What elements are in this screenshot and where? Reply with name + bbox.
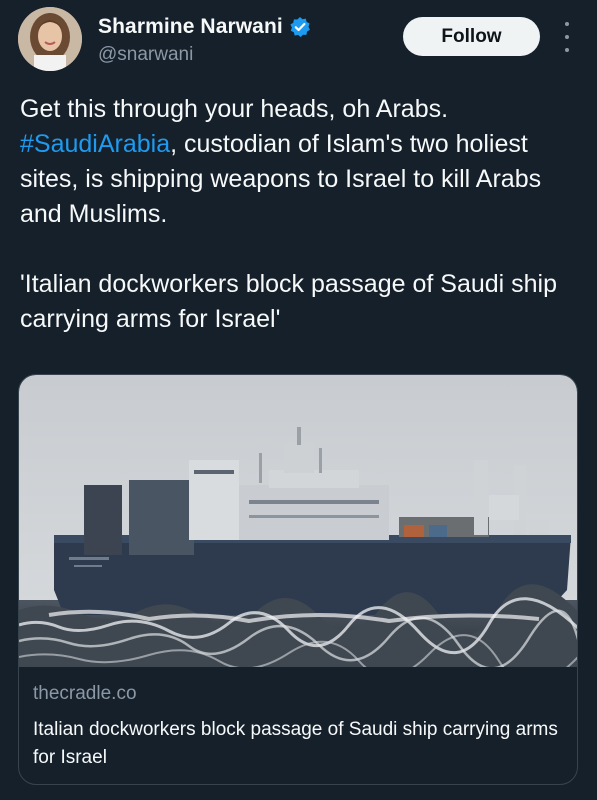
- tweet-body: Get this through your heads, oh Arabs. #…: [20, 92, 580, 337]
- ship-photo[interactable]: [19, 375, 577, 667]
- avatar[interactable]: [18, 7, 82, 71]
- link-card-domain: thecradle.co: [33, 683, 137, 704]
- ship-photo-icon: [19, 375, 577, 667]
- display-name[interactable]: Sharmine Narwani: [98, 15, 283, 39]
- user-info: Sharmine Narwani @snarwani: [98, 12, 311, 66]
- link-card-title: Italian dockworkers block passage of Sau…: [33, 719, 558, 768]
- follow-button[interactable]: Follow: [403, 17, 540, 56]
- more-options-icon[interactable]: [557, 22, 577, 52]
- hashtag-link[interactable]: #SaudiArabia: [20, 130, 170, 158]
- verified-badge-icon: [289, 16, 311, 38]
- avatar-photo-icon: [18, 7, 82, 71]
- tweet-paragraph: Get this through your heads, oh Arabs. #…: [20, 92, 580, 232]
- tweet-quote: 'Italian dockworkers block passage of Sa…: [20, 270, 558, 333]
- display-name-row: Sharmine Narwani: [98, 12, 311, 42]
- tweet-line-1: Get this through your heads, oh Arabs.: [20, 95, 449, 123]
- tweet-card: Sharmine Narwani @snarwani Follow Get th…: [0, 0, 597, 800]
- user-handle[interactable]: @snarwani: [98, 44, 311, 66]
- link-preview-card[interactable]: thecradle.co Italian dockworkers block p…: [18, 374, 578, 785]
